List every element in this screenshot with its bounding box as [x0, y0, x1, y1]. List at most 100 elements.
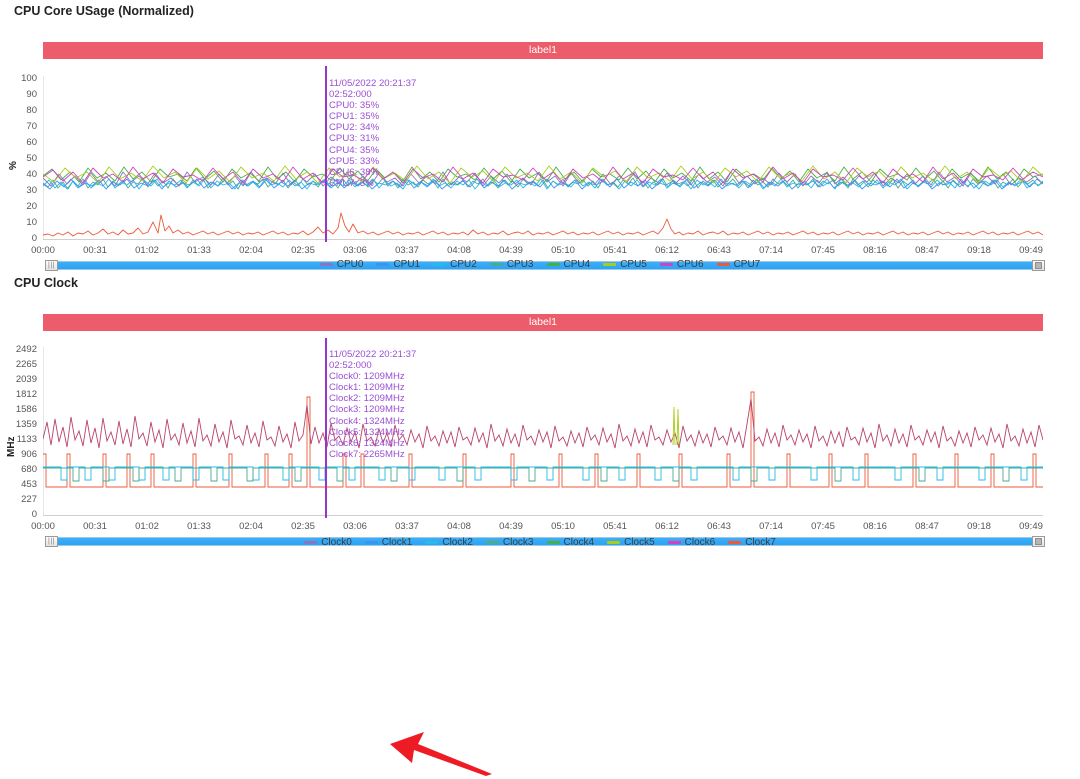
legend-item-clock0[interactable]: Clock0 — [304, 537, 352, 548]
x-tick: 09:18 — [967, 245, 991, 256]
legend-item-clock1[interactable]: Clock1 — [364, 536, 413, 548]
legend-swatch-icon — [304, 540, 318, 544]
time-cursor-line-clock[interactable] — [325, 338, 327, 518]
legend-item-clock3[interactable]: Clock3 — [485, 536, 534, 548]
legend-swatch-icon — [546, 540, 560, 544]
legend-item-cpu0[interactable]: CPU0 — [319, 258, 364, 270]
legend-label: Clock2 — [442, 536, 473, 548]
legend-swatch-icon — [667, 540, 681, 544]
legend-swatch-icon — [376, 262, 390, 266]
y-tick: 2265 — [15, 359, 37, 370]
legend-cpu-clock: Clock0 Clock1 Clock2 Clock3 Clock4 Clock… — [0, 534, 1080, 550]
legend-label: CPU7 — [733, 258, 761, 270]
x-tick: 07:14 — [759, 245, 783, 256]
label-band-cpu-clock: label1 — [43, 314, 1043, 331]
legend-item-cpu5[interactable]: CPU5 — [603, 259, 647, 270]
legend-label: CPU2 — [450, 258, 477, 270]
x-tick: 07:45 — [811, 521, 835, 532]
y-tick: 680 — [21, 464, 37, 475]
x-tick: 03:37 — [395, 521, 419, 532]
y-tick: 30 — [26, 185, 37, 196]
legend-swatch-icon — [659, 262, 673, 266]
x-tick: 03:37 — [395, 245, 419, 256]
x-tick: 06:43 — [707, 245, 731, 256]
y-tick: 2492 — [15, 344, 37, 355]
x-tick: 06:43 — [707, 521, 731, 532]
x-tick: 08:47 — [915, 521, 939, 532]
x-tick: 01:02 — [135, 245, 159, 256]
x-tick: 09:18 — [967, 521, 991, 532]
x-tick: 07:45 — [811, 245, 835, 256]
y-tick: 80 — [26, 105, 37, 116]
y-tick: 227 — [21, 494, 37, 505]
y-tick: 0 — [31, 509, 37, 520]
plot-area-cpu-core-usage — [43, 76, 1043, 240]
x-tick: 06:12 — [655, 521, 679, 532]
legend-swatch-icon — [485, 540, 499, 544]
legend-item-cpu2[interactable]: CPU2 — [433, 259, 477, 270]
y-tick: 50 — [26, 153, 37, 164]
x-tick: 08:16 — [863, 245, 887, 256]
legend-label: CPU0 — [336, 258, 364, 270]
legend-swatch-icon — [546, 262, 560, 266]
legend-swatch-icon — [319, 262, 333, 266]
x-tick: 03:06 — [343, 521, 367, 532]
x-tick: 01:33 — [187, 245, 211, 256]
legend-item-cpu6[interactable]: CPU6 — [659, 259, 704, 270]
y-tick: 1812 — [15, 389, 37, 400]
legend-swatch-icon — [425, 540, 439, 544]
x-tick: 00:31 — [83, 245, 107, 256]
y-tick: 1359 — [15, 419, 37, 430]
legend-label: Clock4 — [563, 536, 595, 548]
legend-swatch-icon — [433, 262, 447, 266]
legend-swatch-icon — [364, 540, 378, 544]
cpu-clock-svg — [43, 347, 1043, 516]
x-tick: 09:49 — [1019, 245, 1043, 256]
x-tick: 06:12 — [655, 245, 679, 256]
cpu-usage-series — [43, 165, 1043, 237]
y-tick: 1586 — [15, 404, 37, 415]
legend-swatch-icon — [489, 262, 503, 266]
legend-item-cpu1[interactable]: CPU1 — [376, 259, 420, 270]
legend-item-cpu7[interactable]: CPU7 — [716, 258, 761, 270]
legend-item-clock4[interactable]: Clock4 — [546, 536, 595, 548]
x-tick: 00:00 — [31, 245, 55, 256]
y-tick: 40 — [26, 169, 37, 180]
legend-item-clock2[interactable]: Clock2 — [425, 537, 473, 548]
y-tick: 70 — [26, 121, 37, 132]
y-tick: 0 — [31, 233, 37, 244]
legend-item-cpu3[interactable]: CPU3 — [489, 259, 534, 270]
x-tick: 02:35 — [291, 245, 315, 256]
legend-label: CPU4 — [563, 258, 591, 270]
legend-item-clock5[interactable]: Clock5 — [607, 537, 655, 548]
x-tick: 08:47 — [915, 245, 939, 256]
x-tick: 08:16 — [863, 521, 887, 532]
legend-item-clock6[interactable]: Clock6 — [667, 536, 716, 548]
x-tick: 09:49 — [1019, 521, 1043, 532]
x-tick: 04:08 — [447, 245, 471, 256]
legend-swatch-icon — [603, 262, 617, 266]
legend-item-cpu4[interactable]: CPU4 — [546, 258, 591, 270]
x-tick: 04:39 — [499, 521, 523, 532]
y-tick: 453 — [21, 479, 37, 490]
legend-label: Clock3 — [502, 536, 534, 548]
legend-item-clock7[interactable]: Clock7 — [728, 537, 776, 548]
legend-label: Clock5 — [624, 536, 655, 548]
panel-title-cpu-clock: CPU Clock — [14, 276, 78, 290]
x-tick: 07:14 — [759, 521, 783, 532]
legend-label: Clock6 — [684, 536, 716, 548]
x-tick: 05:41 — [603, 245, 627, 256]
panel-title-cpu-core-usage: CPU Core USage (Normalized) — [14, 4, 194, 18]
cpu-clock-series — [43, 391, 1043, 488]
x-tick: 02:04 — [239, 245, 263, 256]
time-cursor-line-cpu[interactable] — [325, 66, 327, 242]
y-tick: 20 — [26, 201, 37, 212]
cpu-usage-svg — [43, 76, 1043, 240]
label-band-cpu-core-usage: label1 — [43, 42, 1043, 59]
x-tick: 01:33 — [187, 521, 211, 532]
legend-label: Clock1 — [381, 536, 413, 548]
legend-swatch-icon — [728, 540, 742, 544]
x-tick: 04:39 — [499, 245, 523, 256]
y-tick: 2039 — [15, 374, 37, 385]
y-tick: 90 — [26, 89, 37, 100]
